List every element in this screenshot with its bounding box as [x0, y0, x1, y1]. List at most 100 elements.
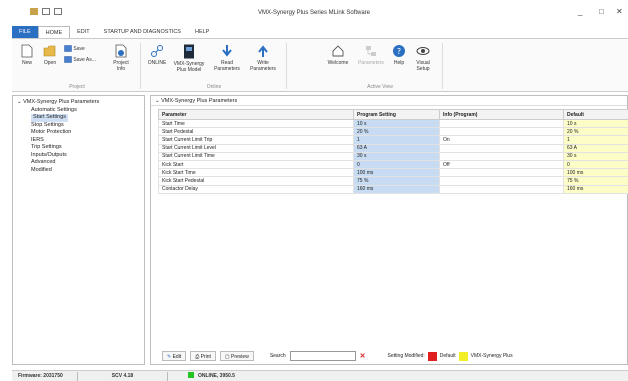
modified-swatch: [427, 351, 437, 361]
minimize-button[interactable]: _: [578, 8, 582, 16]
table-row[interactable]: Start Time 10 s 10 s: [158, 118, 628, 129]
project-group-label: Project: [69, 84, 85, 90]
info-cell: [439, 118, 564, 129]
home-icon: [332, 45, 344, 57]
parameter-table: Parameter Program Setting Info (Program)…: [158, 109, 628, 194]
parameters-view-label: Parameters: [358, 60, 384, 66]
table-row[interactable]: Kick Start Time 100 ms 100 ms: [158, 168, 628, 178]
project-info-label: Project Info: [113, 60, 129, 72]
menu-help[interactable]: HELP: [188, 26, 216, 38]
info-cell: On: [439, 135, 564, 145]
program-setting-cell[interactable]: 75 %: [353, 176, 440, 186]
menu-file[interactable]: FILE: [12, 26, 38, 38]
menu-startup-diagnostics[interactable]: STARTUP AND DIAGNOSTICS: [97, 26, 188, 38]
table-header: Parameter Program Setting Info (Program)…: [158, 109, 628, 120]
status-bar: Firmware: 2031750 SCV 4.18 ONLINE, 3950.…: [12, 370, 628, 381]
help-button[interactable]: ? Help: [390, 44, 408, 66]
legend-vmx: VMX-Synergy Plus: [470, 353, 513, 359]
print-button[interactable]: ⎙ Print: [190, 351, 216, 361]
new-button[interactable]: New: [18, 44, 36, 66]
parameter-panel: ⌄ VMX-Synergy Plus Parameters Parameter …: [150, 95, 628, 365]
table-row[interactable]: Kick Start 0 Off 0: [158, 159, 628, 170]
tree-item-start-settings[interactable]: Start Settings: [17, 114, 140, 122]
tree-item-advanced[interactable]: Advanced: [17, 159, 140, 167]
model-button[interactable]: VMX-Synergy Plus Model: [172, 44, 206, 73]
welcome-button[interactable]: Welcome: [324, 44, 352, 66]
info-cell: Off: [439, 159, 564, 170]
program-setting-cell[interactable]: 1: [353, 135, 440, 145]
menu-edit[interactable]: EDIT: [70, 26, 97, 38]
table-row[interactable]: Start Current Limit Time 30 s 30 s: [158, 151, 628, 161]
menu-bar: FILE HOME EDIT STARTUP AND DIAGNOSTICS H…: [12, 26, 216, 38]
table-row[interactable]: Contactor Delay 160 ms 160 ms: [158, 184, 628, 194]
clear-search-button[interactable]: ✕: [360, 352, 366, 360]
info-cell: [439, 168, 564, 178]
help-icon: ?: [393, 45, 405, 57]
program-setting-cell[interactable]: 30 s: [353, 151, 440, 161]
tree-item-motor-protection[interactable]: Motor Protection: [17, 129, 140, 137]
close-button[interactable]: ✕: [616, 8, 623, 16]
device-icon: [184, 44, 194, 59]
preview-button[interactable]: ▢ Preview: [219, 351, 254, 361]
maximize-button[interactable]: □: [599, 8, 604, 16]
search-label: Search: [269, 353, 286, 359]
default-cell: 63 A: [563, 143, 628, 153]
parameter-cell: Contactor Delay: [158, 184, 354, 194]
table-row[interactable]: Kick Start Pedestal 75 % 75 %: [158, 176, 628, 186]
info-cell: [439, 143, 564, 153]
parameters-view-button[interactable]: Parameters: [356, 44, 386, 66]
program-setting-cell[interactable]: 10 s: [353, 118, 440, 129]
tree-item-inputs-outputs[interactable]: Inputs/Outputs: [17, 152, 140, 160]
print-label: Print: [200, 354, 211, 360]
info-cell: [439, 184, 564, 194]
tree-root[interactable]: ⌄ VMX-Synergy Plus Parameters: [17, 99, 140, 107]
program-setting-cell[interactable]: 63 A: [353, 143, 440, 153]
table-row[interactable]: Start Current Limit Level 63 A 63 A: [158, 143, 628, 153]
online-status: ONLINE, 3950.5: [168, 372, 241, 381]
visual-setup-button[interactable]: Visual Setup: [412, 44, 434, 72]
project-info-button[interactable]: Project Info: [110, 44, 132, 72]
save-as-button[interactable]: Save As...: [64, 56, 104, 63]
write-parameters-label: Write Parameters: [250, 60, 276, 72]
arrow-up-icon: [258, 45, 268, 57]
svg-text:?: ?: [397, 47, 401, 56]
online-button[interactable]: ONLINE: [146, 44, 168, 66]
program-setting-cell[interactable]: 0: [353, 159, 440, 170]
table-row[interactable]: Start Pedestal 20 % 20 %: [158, 127, 628, 137]
column-header[interactable]: Default: [563, 109, 628, 120]
save-button[interactable]: Save: [64, 45, 94, 52]
model-label: VMX-Synergy Plus Model: [173, 61, 205, 73]
column-header[interactable]: Parameter: [158, 109, 354, 120]
default-cell: 20 %: [563, 127, 628, 137]
write-parameters-button[interactable]: Write Parameters: [248, 44, 278, 72]
ribbon-separator: [442, 43, 443, 89]
parameter-cell: Start Current Limit Trip: [158, 135, 354, 145]
tree-item-trip-settings[interactable]: Trip Settings: [17, 144, 140, 152]
edit-label: Edit: [172, 354, 182, 360]
program-setting-cell[interactable]: 160 ms: [353, 184, 440, 194]
menu-home[interactable]: HOME: [37, 26, 71, 38]
visual-setup-label: Visual Setup: [416, 60, 430, 72]
table-row[interactable]: Start Current Limit Trip 1 On 1: [158, 135, 628, 145]
new-label: New: [21, 60, 32, 66]
edit-button[interactable]: ✎ Edit: [162, 351, 187, 361]
tree-item-iers[interactable]: IERS: [17, 137, 140, 145]
program-setting-cell[interactable]: 20 %: [353, 127, 440, 137]
search-input[interactable]: [289, 351, 356, 361]
program-setting-cell[interactable]: 100 ms: [353, 168, 440, 178]
project-info-icon: [115, 44, 127, 58]
legend-label: Setting Modified:: [387, 353, 425, 359]
open-button[interactable]: Open: [40, 44, 60, 66]
info-cell: [439, 151, 564, 161]
online-group-label: Online: [206, 84, 222, 90]
tree-item-stop-settings[interactable]: Stop Settings: [17, 122, 140, 130]
tree-item-modified[interactable]: Modified: [17, 167, 140, 175]
new-file-icon: [21, 44, 33, 58]
info-cell: [439, 176, 564, 186]
default-cell: 160 ms: [563, 184, 628, 194]
column-header[interactable]: Program Setting: [353, 109, 440, 120]
read-parameters-button[interactable]: Read Parameters: [212, 44, 242, 72]
tree-item-automatic-settings[interactable]: Automatic Settings: [17, 107, 140, 115]
column-header[interactable]: Info (Program): [439, 109, 564, 120]
default-cell: 1: [563, 135, 628, 145]
